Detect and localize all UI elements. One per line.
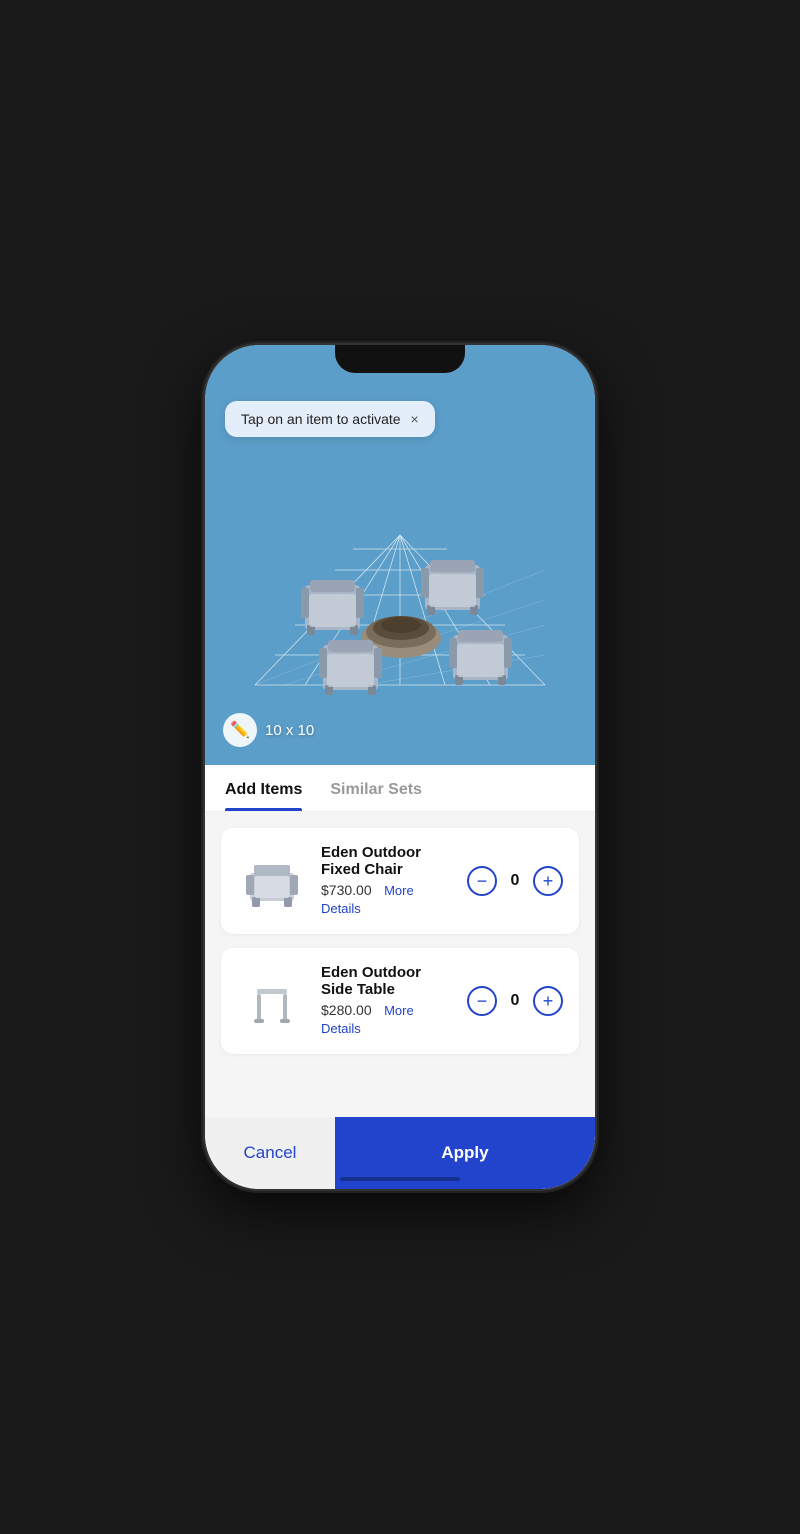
item-card-1: Eden Outdoor Fixed Chair $730.00 More De… [221,828,579,934]
items-list: Eden Outdoor Fixed Chair $730.00 More De… [205,812,595,1117]
scene-canvas [205,425,595,745]
dimensions-label: 10 x 10 [265,722,314,739]
increment-button-1[interactable]: + [533,866,563,896]
item-price-1: $730.00 [321,882,372,898]
tooltip-close-button[interactable]: × [411,411,419,427]
item-price-row-2: $280.00 More Details [321,1002,453,1038]
increment-button-2[interactable]: + [533,986,563,1016]
tab-similar-sets[interactable]: Similar Sets [330,765,422,811]
item-info-2: Eden Outdoor Side Table $280.00 More Det… [321,964,453,1038]
item-price-2: $280.00 [321,1002,372,1018]
viewport-controls: ✏️ 10 x 10 [223,713,314,747]
item-thumbnail-2 [237,966,307,1036]
item-price-row-1: $730.00 More Details [321,882,453,918]
item-name-2: Eden Outdoor Side Table [321,964,453,998]
item-info-1: Eden Outdoor Fixed Chair $730.00 More De… [321,844,453,918]
cancel-button[interactable]: Cancel [205,1117,335,1189]
phone-frame: Tap on an item to activate × [205,345,595,1189]
tabs-section: Add Items Similar Sets [205,765,595,812]
side-table-icon [242,971,302,1031]
decrement-button-2[interactable]: − [467,986,497,1016]
chair-icon [242,851,302,911]
item-card-2: Eden Outdoor Side Table $280.00 More Det… [221,948,579,1054]
item-name-1: Eden Outdoor Fixed Chair [321,844,453,878]
tabs-row: Add Items Similar Sets [225,765,575,811]
counter-value-1: 0 [507,872,523,890]
phone-screen: Tap on an item to activate × [205,345,595,1189]
item-counter-2: − 0 + [467,986,563,1016]
counter-value-2: 0 [507,992,523,1010]
pencil-icon: ✏️ [230,720,250,740]
ar-viewport[interactable]: Tap on an item to activate × [205,345,595,765]
tap-tooltip: Tap on an item to activate × [225,401,435,437]
home-indicator [340,1177,460,1181]
item-thumbnail-1 [237,846,307,916]
item-counter-1: − 0 + [467,866,563,896]
notch [335,345,465,373]
tab-add-items[interactable]: Add Items [225,765,302,811]
tooltip-text: Tap on an item to activate [241,411,401,427]
edit-dimensions-button[interactable]: ✏️ [223,713,257,747]
decrement-button-1[interactable]: − [467,866,497,896]
